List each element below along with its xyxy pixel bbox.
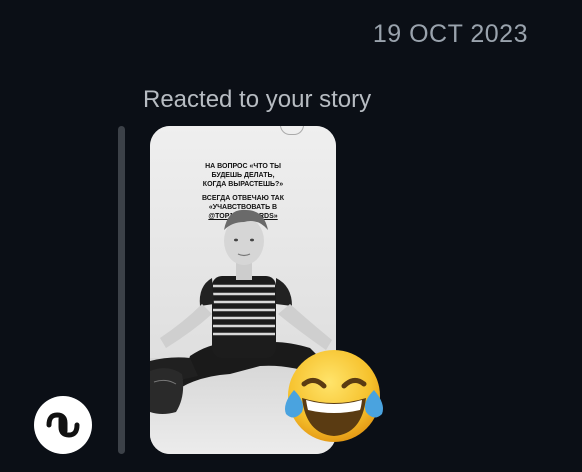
reply-indicator-bar [118,126,125,454]
avatar[interactable] [34,396,92,454]
face-with-tears-of-joy-icon [285,350,383,442]
reaction-caption: Reacted to your story [143,86,372,113]
message-date: 19 OCT 2023 [372,20,528,48]
brand-logo-icon [46,412,80,438]
reaction-emoji-container [282,346,386,446]
